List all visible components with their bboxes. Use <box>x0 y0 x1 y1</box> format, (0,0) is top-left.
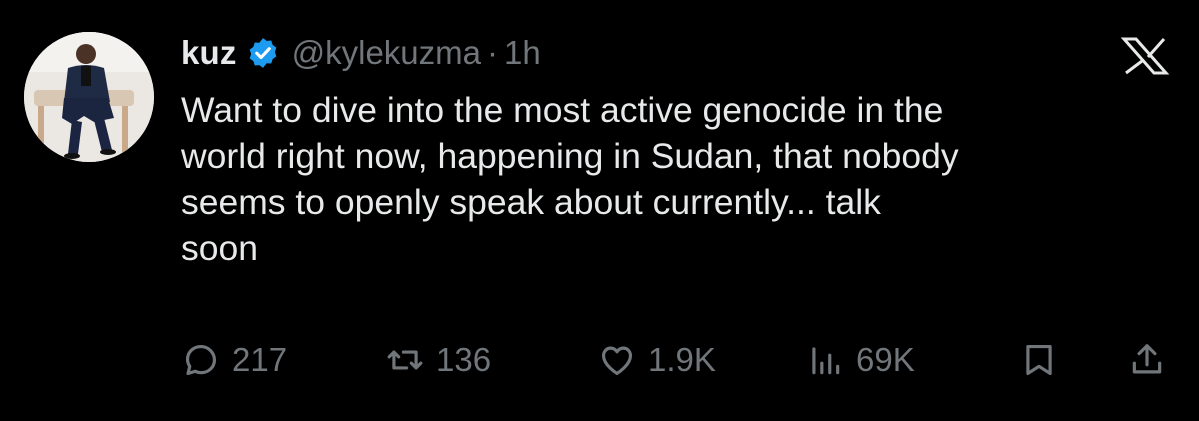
x-logo-icon[interactable] <box>1120 36 1170 76</box>
tweet-card[interactable]: kuz @kylekuzma · 1h Want to dive into th… <box>0 0 1199 421</box>
retweet-icon <box>387 350 423 370</box>
avatar-image <box>24 32 154 162</box>
reply-count: 217 <box>232 341 288 378</box>
separator-dot: · <box>487 34 499 71</box>
tweet-text-line: soon <box>181 228 258 268</box>
views-button[interactable]: 69K <box>806 336 915 384</box>
heart-icon <box>601 346 633 376</box>
tweet-text-line: seems to openly speak about currently...… <box>181 182 881 222</box>
author-handle[interactable]: @kylekuzma <box>292 34 481 72</box>
reply-button[interactable]: 217 <box>182 336 287 384</box>
verified-badge-icon <box>249 38 276 68</box>
share-button[interactable] <box>1128 336 1166 384</box>
timestamp[interactable]: 1h <box>504 34 541 72</box>
action-bar: 217 136 1.9K 69K <box>0 336 1199 384</box>
share-icon <box>1132 344 1162 374</box>
bookmark-icon <box>1026 344 1052 376</box>
tweet-text: Want to dive into the most active genoci… <box>181 87 1181 271</box>
views-bar-chart-icon <box>812 347 840 375</box>
like-count: 1.9K <box>648 341 716 378</box>
bookmark-button[interactable] <box>1020 336 1058 384</box>
author-name[interactable]: kuz <box>181 34 237 72</box>
like-button[interactable]: 1.9K <box>598 336 716 384</box>
views-count: 69K <box>856 341 915 378</box>
retweet-count: 136 <box>436 341 492 378</box>
tweet-text-line: world right now, happening in Sudan, tha… <box>181 136 959 176</box>
tweet-header: kuz @kylekuzma · 1h <box>181 30 541 76</box>
tweet-text-line: Want to dive into the most active genoci… <box>181 90 944 130</box>
retweet-button[interactable]: 136 <box>386 336 491 384</box>
reply-icon <box>185 344 217 376</box>
avatar[interactable] <box>24 32 154 162</box>
